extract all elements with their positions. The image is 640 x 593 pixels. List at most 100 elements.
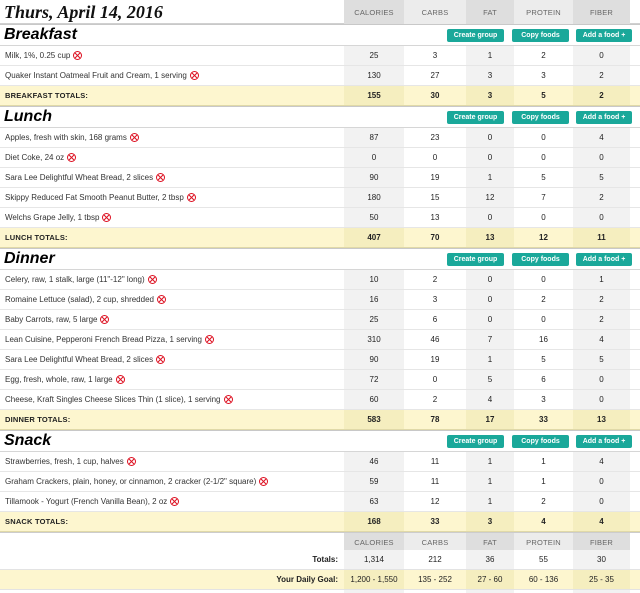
nutrient-value-fiber: 2 xyxy=(573,310,630,329)
meal-total-calories: 407 xyxy=(344,228,404,247)
summary-value-protein: 55 xyxy=(514,550,573,569)
delete-icon[interactable] xyxy=(102,213,112,222)
meal-header-snack: Snack Create group Copy foods Add a food + xyxy=(0,430,640,452)
nutrient-value-carbs: 23 xyxy=(404,128,466,147)
summary-totals-row: Totals: 1,314 212 36 55 30 xyxy=(0,550,640,570)
nutrient-value-calories: 25 xyxy=(344,310,404,329)
meal-totals-row: DINNER TOTALS: 583 78 17 33 13 xyxy=(0,410,640,430)
food-name-link[interactable]: Egg, fresh, whole, raw, 1 large xyxy=(5,375,113,384)
nutrient-value-carbs: 0 xyxy=(404,370,466,389)
delete-icon[interactable] xyxy=(189,71,199,80)
delete-icon[interactable] xyxy=(186,193,196,202)
create-group-button[interactable]: Create group xyxy=(447,253,504,266)
create-group-button[interactable]: Create group xyxy=(447,435,504,448)
food-name-link[interactable]: Milk, 1%, 0.25 cup xyxy=(5,51,70,60)
add-food-button[interactable]: Add a food + xyxy=(576,435,632,448)
nutrient-value-fat: 0 xyxy=(466,148,514,167)
copy-foods-button[interactable]: Copy foods xyxy=(512,253,569,266)
date-header-row: Thurs, April 14, 2016 CALORIES CARBS FAT PRO… xyxy=(0,0,640,24)
food-name-link[interactable]: Tillamook - Yogurt (French Vanilla Bean)… xyxy=(5,497,167,506)
delete-icon[interactable] xyxy=(156,355,166,364)
meal-total-fiber: 4 xyxy=(573,512,630,531)
nutrient-value-calories: 310 xyxy=(344,330,404,349)
food-row: Romaine Lettuce (salad), 2 cup, shredded… xyxy=(0,290,640,310)
create-group-button[interactable]: Create group xyxy=(447,111,504,124)
meal-total-protein: 4 xyxy=(541,517,546,526)
delete-icon[interactable] xyxy=(129,133,139,142)
food-row: Strawberries, fresh, 1 cup, halves 46 11 1 1… xyxy=(0,452,640,472)
delete-icon[interactable] xyxy=(126,457,136,466)
food-name-cell: Skippy Reduced Fat Smooth Peanut Butter,… xyxy=(0,188,344,207)
delete-icon[interactable] xyxy=(115,375,125,384)
delete-icon[interactable] xyxy=(156,295,166,304)
nutrient-value-fiber: 0 xyxy=(573,148,630,167)
food-name-cell: Graham Crackers, plain, honey, or cinnam… xyxy=(0,472,344,491)
summary-value-carbs: 135 - 252 xyxy=(418,575,452,584)
food-name-cell: Sara Lee Delightful Wheat Bread, 2 slice… xyxy=(0,350,344,369)
delete-icon[interactable] xyxy=(223,395,233,404)
add-food-button[interactable]: Add a food + xyxy=(576,111,632,124)
summary-column-header-protein: PROTEIN xyxy=(514,533,573,551)
nutrient-value-fiber: 0 xyxy=(573,390,630,409)
copy-foods-button[interactable]: Copy foods xyxy=(512,435,569,448)
food-name-cell: Welchs Grape Jelly, 1 tbsp xyxy=(0,208,344,227)
delete-icon[interactable] xyxy=(170,497,180,506)
meal-total-carbs: 33 xyxy=(430,517,440,526)
food-name-cell: Baby Carrots, raw, 5 large xyxy=(0,310,344,329)
copy-foods-button[interactable]: Copy foods xyxy=(512,111,569,124)
food-name-link[interactable]: Baby Carrots, raw, 5 large xyxy=(5,315,97,324)
nutrient-value-calories: 60 xyxy=(344,390,404,409)
food-name-link[interactable]: Sara Lee Delightful Wheat Bread, 2 slice… xyxy=(5,173,153,182)
nutrient-value-calories: 10 xyxy=(344,270,404,289)
nutrient-value-fiber: 2 xyxy=(573,290,630,309)
nutrient-value-fat: 0 xyxy=(466,128,514,147)
food-name-link[interactable]: Diet Coke, 24 oz xyxy=(5,153,64,162)
column-header-fiber: FIBER xyxy=(573,0,630,24)
nutrient-value-fiber: 4 xyxy=(573,128,630,147)
nutrient-value-fat: 12 xyxy=(466,188,514,207)
column-header-fat: FAT xyxy=(466,0,514,24)
nutrient-value-calories: 50 xyxy=(344,208,404,227)
delete-icon[interactable] xyxy=(100,315,110,324)
delete-icon[interactable] xyxy=(73,51,83,60)
delete-icon[interactable] xyxy=(67,153,77,162)
food-row: Apples, fresh with skin, 168 grams 87 23 0 0… xyxy=(0,128,640,148)
food-name-link[interactable]: Lean Cuisine, Pepperoni French Bread Piz… xyxy=(5,335,202,344)
food-name-link[interactable]: Strawberries, fresh, 1 cup, halves xyxy=(5,457,124,466)
food-row: Diet Coke, 24 oz 0 0 0 0 0 xyxy=(0,148,640,168)
nutrient-value-protein: 0 xyxy=(514,128,573,147)
delete-icon[interactable] xyxy=(147,275,157,284)
food-name-link[interactable]: Sara Lee Delightful Wheat Bread, 2 slice… xyxy=(5,355,153,364)
nutrient-value-protein: 6 xyxy=(514,370,573,389)
food-row: Celery, raw, 1 stalk, large (11"-12" lon… xyxy=(0,270,640,290)
food-name-link[interactable]: Graham Crackers, plain, honey, or cinnam… xyxy=(5,477,256,486)
food-name-link[interactable]: Quaker Instant Oatmeal Fruit and Cream, … xyxy=(5,71,187,80)
create-group-button[interactable]: Create group xyxy=(447,29,504,42)
add-food-button[interactable]: Add a food + xyxy=(576,29,632,42)
delete-icon[interactable] xyxy=(156,173,166,182)
food-name-cell: Cheese, Kraft Singles Cheese Slices Thin… xyxy=(0,390,344,409)
meal-total-carbs: 78 xyxy=(430,415,440,424)
nutrient-value-calories: 87 xyxy=(344,128,404,147)
summary-value-carbs: 212 xyxy=(404,550,466,569)
food-name-link[interactable]: Cheese, Kraft Singles Cheese Slices Thin… xyxy=(5,395,221,404)
food-name-link[interactable]: Welchs Grape Jelly, 1 tbsp xyxy=(5,213,99,222)
nutrient-value-calories: 59 xyxy=(344,472,404,491)
add-food-button[interactable]: Add a food + xyxy=(576,253,632,266)
nutrient-value-protein: 0 xyxy=(514,208,573,227)
meal-title: Breakfast xyxy=(4,26,77,43)
delete-icon[interactable] xyxy=(205,335,214,344)
food-name-link[interactable]: Romaine Lettuce (salad), 2 cup, shredded xyxy=(5,295,154,304)
food-name-link[interactable]: Apples, fresh with skin, 168 grams xyxy=(5,133,127,142)
nutrient-value-protein: 1 xyxy=(514,452,573,471)
copy-foods-button[interactable]: Copy foods xyxy=(512,29,569,42)
food-name-cell: Apples, fresh with skin, 168 grams xyxy=(0,128,344,147)
food-name-link[interactable]: Skippy Reduced Fat Smooth Peanut Butter,… xyxy=(5,193,184,202)
delete-icon[interactable] xyxy=(259,477,269,486)
food-row: Sara Lee Delightful Wheat Bread, 2 slice… xyxy=(0,350,640,370)
food-name-link[interactable]: Celery, raw, 1 stalk, large (11"-12" lon… xyxy=(5,275,145,284)
nutrient-value-protein: 2 xyxy=(514,492,573,511)
nutrient-value-fiber: 4 xyxy=(573,452,630,471)
nutrient-value-fiber: 1 xyxy=(573,270,630,289)
nutrient-value-carbs: 12 xyxy=(404,492,466,511)
